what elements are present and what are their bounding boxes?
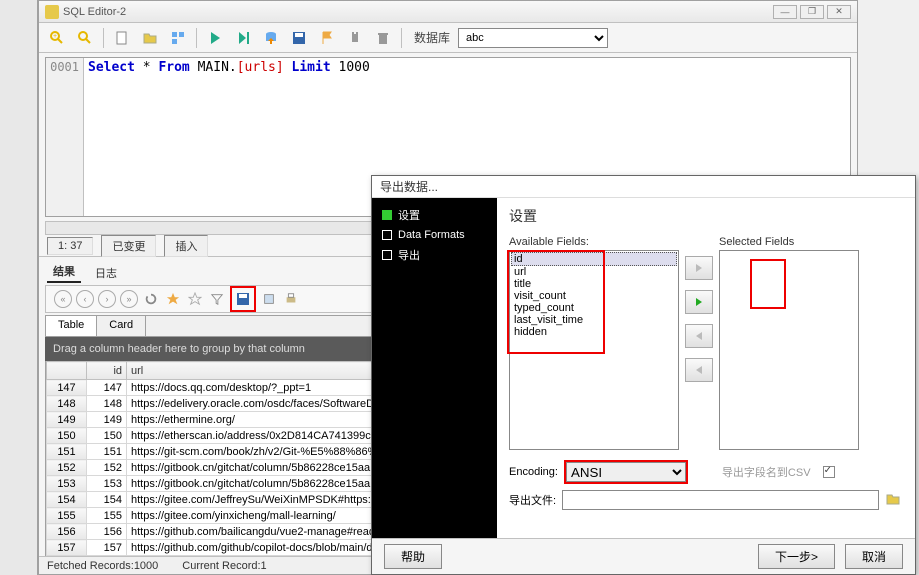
export-icon[interactable]: [261, 28, 281, 48]
outfile-input[interactable]: [562, 490, 879, 510]
browse-folder-icon[interactable]: [885, 491, 903, 509]
view-tab-card[interactable]: Card: [97, 316, 146, 336]
export-csv-label: 导出字段名到CSV: [722, 464, 811, 480]
help-button[interactable]: 帮助: [384, 544, 442, 569]
window-title: SQL Editor-2: [63, 6, 126, 18]
view-tab-table[interactable]: Table: [46, 316, 97, 336]
line-number: 0001: [50, 60, 79, 74]
available-label: Available Fields:: [509, 236, 679, 248]
database-label: 数据库: [414, 29, 450, 46]
nav-first-button[interactable]: «: [54, 290, 72, 308]
export-csv-checkbox[interactable]: [823, 466, 835, 478]
move-right-button[interactable]: [685, 256, 713, 280]
list-item[interactable]: typed_count: [511, 302, 677, 314]
fetched-count: Fetched Records:1000: [47, 560, 158, 572]
dialog-heading: 设置: [509, 206, 903, 226]
available-fields-list[interactable]: idurltitlevisit_counttyped_countlast_vis…: [509, 250, 679, 450]
list-item[interactable]: url: [511, 266, 677, 278]
outfile-label: 导出文件:: [509, 492, 556, 508]
annotation-box: [750, 259, 786, 309]
zoom-in-icon[interactable]: +: [47, 28, 67, 48]
flag-icon[interactable]: [317, 28, 337, 48]
annotation-box: ANSI: [564, 460, 688, 484]
app-icon: [45, 5, 59, 19]
export-dialog: 导出数据... 设置 Data Formats 导出 设置 Available …: [371, 175, 916, 575]
list-item[interactable]: title: [511, 278, 677, 290]
minimize-button[interactable]: —: [773, 5, 797, 19]
list-item[interactable]: id: [511, 252, 677, 266]
new-doc-icon[interactable]: [112, 28, 132, 48]
star-icon[interactable]: [164, 290, 182, 308]
zoom-out-icon[interactable]: [75, 28, 95, 48]
encoding-label: Encoding:: [509, 466, 558, 478]
encoding-select[interactable]: ANSI: [566, 462, 686, 482]
export-grid-icon[interactable]: [234, 290, 252, 308]
print-preview-icon[interactable]: [260, 290, 278, 308]
tree-export[interactable]: 导出: [376, 244, 493, 266]
tree-settings[interactable]: 设置: [376, 204, 493, 226]
dialog-buttons: 帮助 下一步> 取消: [372, 538, 915, 574]
move-all-left-button[interactable]: [685, 358, 713, 382]
changed-status: 已变更: [101, 235, 156, 257]
main-toolbar: + 数据库 abc: [39, 23, 857, 53]
open-icon[interactable]: [140, 28, 160, 48]
move-left-button[interactable]: [685, 324, 713, 348]
list-item[interactable]: last_visit_time: [511, 314, 677, 326]
dialog-title: 导出数据...: [372, 176, 915, 198]
selected-label: Selected Fields: [719, 236, 859, 248]
col-id[interactable]: id: [87, 362, 127, 380]
tab-results[interactable]: 结果: [47, 261, 81, 283]
next-button[interactable]: 下一步>: [758, 544, 835, 569]
trash-icon[interactable]: [373, 28, 393, 48]
cursor-pos: 1: 37: [47, 237, 93, 255]
database-select[interactable]: abc: [458, 28, 608, 48]
print-icon[interactable]: [282, 290, 300, 308]
row-hdr-col: [47, 362, 87, 380]
run-icon[interactable]: [205, 28, 225, 48]
svg-text:+: +: [53, 33, 57, 40]
filter-icon[interactable]: [208, 290, 226, 308]
selected-fields-list[interactable]: [719, 250, 859, 450]
list-item[interactable]: visit_count: [511, 290, 677, 302]
plug-icon[interactable]: [345, 28, 365, 48]
dialog-nav-tree: 设置 Data Formats 导出: [372, 198, 497, 538]
nav-last-button[interactable]: »: [120, 290, 138, 308]
nav-prev-button[interactable]: ‹: [76, 290, 94, 308]
current-record: Current Record:1: [182, 560, 266, 572]
cancel-button[interactable]: 取消: [845, 544, 903, 569]
query-builder-icon[interactable]: [168, 28, 188, 48]
export-highlight: [230, 286, 256, 312]
refresh-icon[interactable]: [142, 290, 160, 308]
move-all-right-button[interactable]: [685, 290, 713, 314]
insert-mode: 插入: [164, 235, 208, 257]
save-icon[interactable]: [289, 28, 309, 48]
tree-formats[interactable]: Data Formats: [376, 226, 493, 244]
star-outline-icon[interactable]: [186, 290, 204, 308]
nav-next-button[interactable]: ›: [98, 290, 116, 308]
maximize-button[interactable]: ❐: [800, 5, 824, 19]
close-button[interactable]: ✕: [827, 5, 851, 19]
list-item[interactable]: hidden: [511, 326, 677, 338]
run-step-icon[interactable]: [233, 28, 253, 48]
title-bar: SQL Editor-2 — ❐ ✕: [39, 1, 857, 23]
tab-log[interactable]: 日志: [89, 263, 123, 283]
